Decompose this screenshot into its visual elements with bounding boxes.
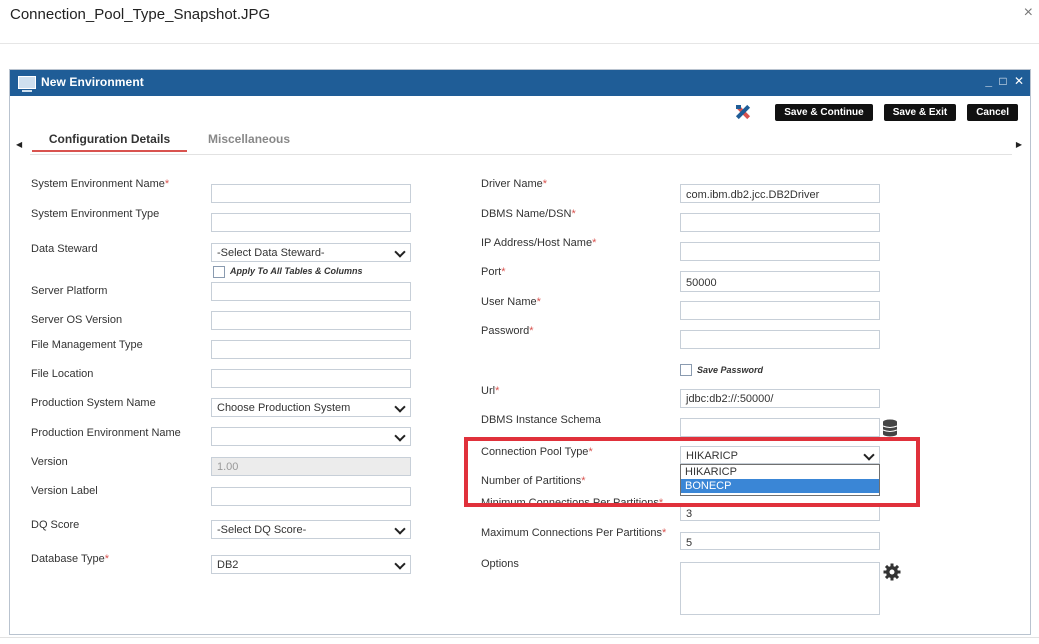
close-icon[interactable]: ×	[1024, 4, 1033, 22]
cancel-button[interactable]: Cancel	[967, 103, 1018, 121]
apply-all-checkbox[interactable]	[213, 266, 225, 278]
data-steward-label: Data Steward	[31, 243, 98, 255]
max-connections-label: Maximum Connections Per Partitions*	[481, 527, 667, 539]
data-steward-value: -Select Data Steward-	[217, 247, 325, 259]
dbms-name-input[interactable]	[680, 213, 880, 232]
chevron-down-icon	[394, 523, 406, 535]
url-input[interactable]: jdbc:db2://:50000/	[680, 389, 880, 408]
production-system-value: Choose Production System	[217, 402, 351, 414]
maximize-button[interactable]: □	[999, 74, 1006, 88]
production-system-select[interactable]: Choose Production System	[211, 398, 411, 417]
system-env-name-input[interactable]	[211, 184, 411, 203]
version-input: 1.00	[211, 457, 411, 476]
options-textarea[interactable]	[680, 562, 880, 615]
file-location-input[interactable]	[211, 369, 411, 388]
production-env-name-label: Production Environment Name	[31, 427, 181, 439]
version-label-input[interactable]	[211, 487, 411, 506]
system-env-type-label: System Environment Type	[31, 208, 160, 220]
save-continue-button[interactable]: Save & Continue	[775, 103, 873, 121]
file-mgmt-type-label: File Management Type	[31, 339, 143, 351]
server-platform-label: Server Platform	[31, 285, 108, 297]
user-name-input[interactable]	[680, 301, 880, 320]
monitor-icon	[18, 76, 36, 92]
connection-pool-type-value: HIKARICP	[686, 450, 738, 462]
server-os-version-label: Server OS Version	[31, 314, 123, 326]
save-exit-button[interactable]: Save & Exit	[883, 103, 957, 121]
viewer-title: Connection_Pool_Type_Snapshot.JPG	[10, 6, 271, 23]
window-titlebar: New Environment _ □ ✕	[10, 70, 1030, 96]
window-controls: _ □ ✕	[981, 74, 1024, 88]
option-bonecp[interactable]: BONECP	[681, 479, 879, 493]
production-system-name-label: Production System Name	[31, 397, 156, 409]
dbms-name-label: DBMS Name/DSN*	[481, 208, 576, 220]
ip-address-label: IP Address/Host Name*	[481, 237, 597, 249]
version-label: Version	[31, 456, 68, 468]
dq-score-select[interactable]: -Select DQ Score-	[211, 520, 411, 539]
apply-all-label: Apply To All Tables & Columns	[230, 266, 363, 276]
number-of-partitions-label: Number of Partitions*	[481, 475, 586, 487]
data-steward-select[interactable]: -Select Data Steward-	[211, 243, 411, 262]
option-hikaricp[interactable]: HIKARICP	[681, 465, 879, 479]
wrench-hammer-icon[interactable]	[734, 103, 752, 121]
chevron-down-icon	[394, 430, 406, 442]
toolbar: Save & Continue Save & Exit Cancel	[734, 103, 1018, 121]
version-label-label: Version Label	[31, 485, 98, 497]
system-env-type-input[interactable]	[211, 213, 411, 232]
new-environment-window: New Environment _ □ ✕ Save & Continue Sa…	[9, 69, 1031, 635]
port-input[interactable]: 50000	[680, 271, 880, 292]
bottom-divider	[0, 637, 1039, 638]
ip-address-input[interactable]	[680, 242, 880, 261]
options-label: Options	[481, 558, 519, 570]
production-env-select[interactable]	[211, 427, 411, 446]
server-os-version-input[interactable]	[211, 311, 411, 330]
connection-pool-dropdown: HIKARICP BONECP	[680, 464, 880, 496]
database-type-select[interactable]: DB2	[211, 555, 411, 574]
save-password-checkbox[interactable]	[680, 364, 692, 376]
chevron-down-icon	[394, 246, 406, 258]
chevron-down-icon	[394, 401, 406, 413]
close-window-button[interactable]: ✕	[1014, 74, 1024, 88]
database-type-value: DB2	[217, 559, 239, 571]
tab-divider	[30, 154, 1012, 155]
max-connections-input[interactable]: 5	[680, 532, 880, 550]
dq-score-label: DQ Score	[31, 519, 80, 531]
gear-icon[interactable]	[883, 563, 901, 586]
save-password-label: Save Password	[697, 365, 764, 375]
dq-score-value: -Select DQ Score-	[217, 524, 307, 536]
password-label: Password*	[481, 325, 534, 337]
chevron-down-icon	[394, 558, 406, 570]
minimize-button[interactable]: _	[985, 74, 992, 88]
window-title: New Environment	[41, 75, 144, 89]
tab-scroll-right-icon[interactable]: ▶	[1016, 140, 1022, 149]
database-icon[interactable]	[882, 419, 898, 442]
connection-pool-type-select[interactable]: HIKARICP	[680, 446, 880, 464]
driver-name-input[interactable]: com.ibm.db2.jcc.DB2Driver	[680, 184, 880, 203]
dbms-instance-schema-input[interactable]	[680, 418, 880, 437]
tab-configuration-details[interactable]: Configuration Details	[32, 132, 187, 152]
tab-scroll-left-icon[interactable]: ◀	[16, 140, 22, 149]
min-connections-label: Minimum Connections Per Partitions*	[481, 497, 664, 509]
tab-miscellaneous[interactable]: Miscellaneous	[208, 132, 290, 146]
connection-pool-type-label: Connection Pool Type*	[481, 446, 593, 458]
file-location-label: File Location	[31, 368, 94, 380]
user-name-label: User Name*	[481, 296, 541, 308]
driver-name-label: Driver Name*	[481, 178, 548, 190]
server-platform-input[interactable]	[211, 282, 411, 301]
viewer-header: Connection_Pool_Type_Snapshot.JPG ×	[0, 0, 1039, 44]
system-env-name-label: System Environment Name*	[31, 178, 170, 190]
file-mgmt-type-input[interactable]	[211, 340, 411, 359]
password-input[interactable]	[680, 330, 880, 349]
database-type-label: Database Type*	[31, 553, 110, 565]
min-connections-input[interactable]: 3	[680, 503, 880, 521]
url-label: Url*	[481, 385, 500, 397]
dbms-instance-schema-label: DBMS Instance Schema	[481, 414, 601, 426]
port-label: Port*	[481, 266, 506, 278]
chevron-down-icon	[863, 449, 875, 461]
